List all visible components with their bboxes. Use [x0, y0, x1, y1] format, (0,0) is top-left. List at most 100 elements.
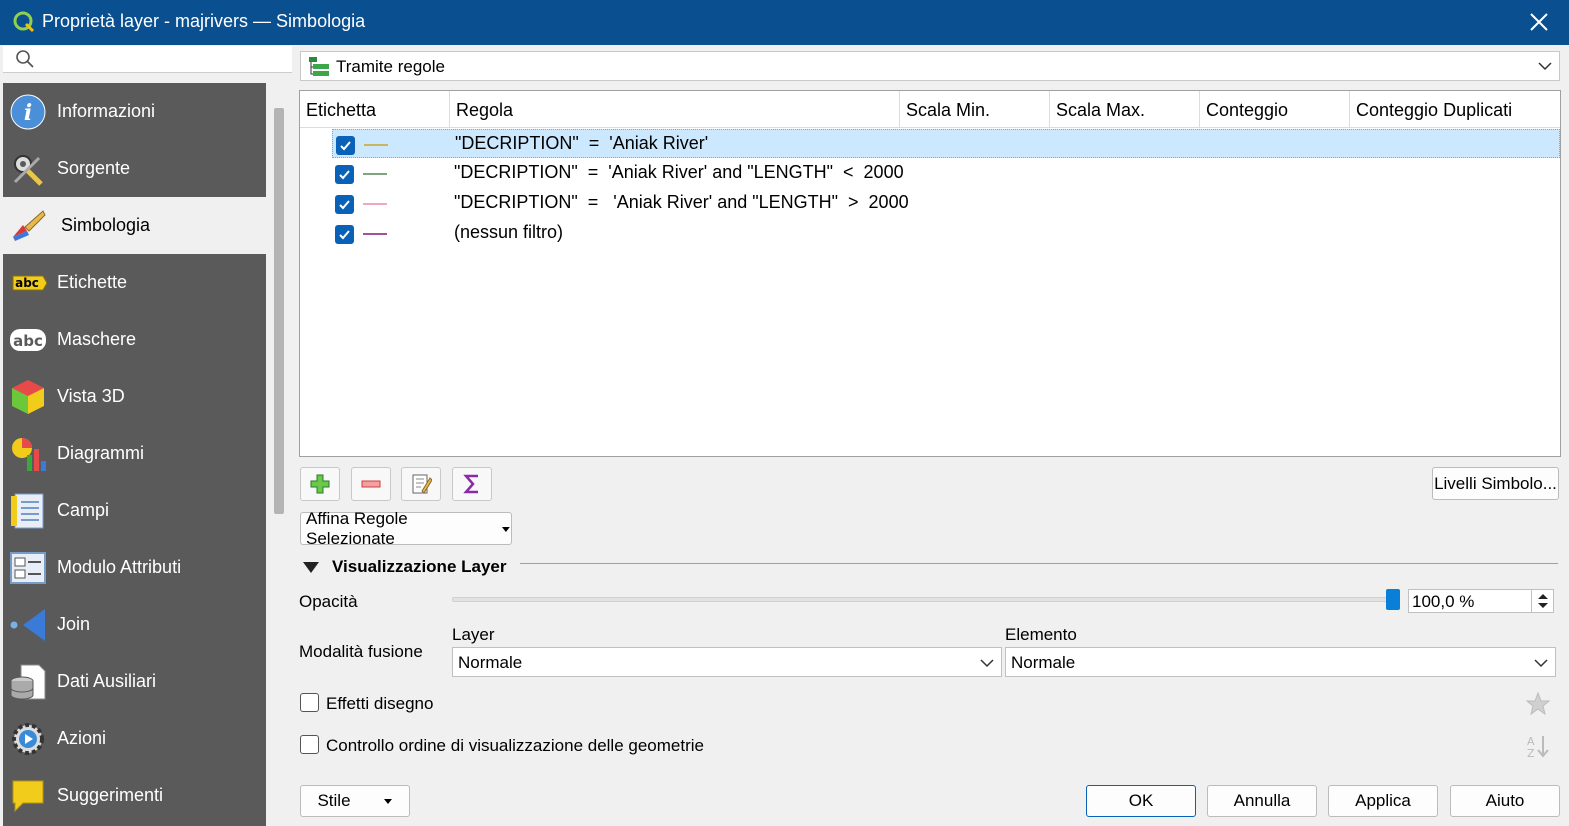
sidebar-item-simbologia[interactable]: Simbologia: [3, 197, 266, 254]
abc-label-icon: abc: [12, 275, 47, 291]
feature-order-label: Controllo ordine di visualizzazione dell…: [326, 736, 704, 755]
table-row[interactable]: (nessun filtro): [332, 219, 1560, 248]
search-input[interactable]: [3, 46, 292, 73]
join-icon: [10, 609, 45, 641]
draw-effects-checkbox[interactable]: [300, 693, 319, 712]
symbol-levels-button[interactable]: Livelli Simbolo...: [1432, 467, 1559, 500]
column-header-conteggio-duplicati[interactable]: Conteggio Duplicati: [1350, 91, 1560, 128]
column-header-etichetta[interactable]: Etichetta: [300, 91, 450, 128]
minus-icon: [361, 480, 381, 488]
feature-order-button[interactable]: AZ: [1522, 730, 1554, 762]
caret-down-icon: [383, 799, 392, 804]
refine-rules-label: Affina Regole Selezionate: [306, 508, 408, 548]
layer-rendering-section[interactable]: Visualizzazione Layer: [302, 556, 506, 578]
info-icon: i: [10, 94, 46, 130]
spin-arrows[interactable]: [1531, 590, 1553, 612]
plus-icon: [310, 474, 330, 494]
opacity-value: 100,0 %: [1412, 592, 1475, 611]
fields-icon: [11, 493, 44, 529]
opacity-slider-handle[interactable]: [1386, 589, 1400, 610]
window-title: Proprietà layer - majrivers — Simbologia: [42, 11, 366, 31]
sidebar-item-sorgente[interactable]: Sorgente: [3, 140, 266, 197]
sidebar-item-maschere[interactable]: abc Maschere: [3, 311, 266, 368]
refine-rules-button[interactable]: Affina Regole Selezionate: [300, 509, 512, 548]
qgis-logo-icon: [13, 11, 35, 33]
star-icon: [1525, 691, 1551, 716]
feature-order-checkbox[interactable]: [300, 735, 319, 754]
rule-checkbox[interactable]: [335, 195, 354, 214]
edit-icon: [412, 474, 432, 494]
sidebar-item-diagrammi[interactable]: Diagrammi: [3, 425, 266, 482]
sidebar-item-campi[interactable]: Campi: [3, 482, 266, 539]
feature-blend-value: Normale: [1011, 653, 1076, 672]
rule-expression: (nessun filtro): [454, 222, 564, 242]
remove-rule-button[interactable]: [351, 467, 391, 501]
opacity-label: Opacità: [299, 592, 358, 611]
style-menu-button[interactable]: Stile: [300, 785, 410, 817]
symbol-preview: [363, 203, 387, 205]
chevron-down-icon: [1534, 659, 1548, 668]
sidebar-item-vista-3d[interactable]: Vista 3D: [3, 368, 266, 425]
rule-checkbox[interactable]: [335, 165, 354, 184]
rule-expression: "DECRIPTION" = 'Aniak River' and "LENGTH…: [454, 162, 904, 182]
rule-expression: "DECRIPTION" = 'Aniak River' and "LENGTH…: [454, 192, 909, 212]
column-header-scala-min[interactable]: Scala Min.: [900, 91, 1050, 128]
table-row[interactable]: "DECRIPTION" = 'Aniak River': [332, 129, 1560, 158]
svg-text:i: i: [24, 100, 32, 126]
sidebar-item-informazioni[interactable]: i Informazioni: [3, 83, 266, 140]
blend-feature-label: Elemento: [1005, 625, 1077, 644]
abc-mask-icon: abc: [10, 329, 46, 351]
collapse-triangle-icon: [303, 562, 319, 573]
feature-blend-select[interactable]: Normale: [1005, 647, 1556, 677]
renderer-select[interactable]: Tramite regole: [300, 51, 1560, 81]
close-icon[interactable]: [1525, 8, 1553, 36]
rule-checkbox[interactable]: [335, 225, 354, 244]
symbol-preview: [364, 144, 388, 146]
diagram-icon: [12, 438, 46, 471]
scrollbar-thumb[interactable]: [274, 108, 284, 514]
column-header-regola[interactable]: Regola: [450, 91, 900, 128]
chevron-down-icon: [1538, 62, 1552, 71]
rule-checkbox[interactable]: [336, 136, 355, 155]
help-button[interactable]: Aiuto: [1450, 785, 1560, 817]
table-row[interactable]: "DECRIPTION" = 'Aniak River' and "LENGTH…: [332, 189, 1560, 218]
paintbrush-icon: [13, 210, 46, 241]
layer-blend-select[interactable]: Normale: [452, 647, 1002, 677]
sidebar-scrollbar[interactable]: [266, 83, 293, 826]
layer-blend-value: Normale: [458, 653, 523, 672]
rule-based-renderer-icon: [309, 57, 329, 76]
ok-button[interactable]: OK: [1086, 785, 1196, 817]
sort-az-icon: AZ: [1527, 735, 1549, 759]
svg-text:Z: Z: [1527, 747, 1535, 759]
table-row[interactable]: "DECRIPTION" = 'Aniak River' and "LENGTH…: [332, 159, 1560, 188]
actions-gear-icon: [12, 723, 44, 755]
search-icon: [16, 50, 34, 68]
style-label: Stile: [317, 791, 351, 810]
sidebar-item-azioni[interactable]: Azioni: [3, 710, 266, 767]
sidebar-item-suggerimenti[interactable]: Suggerimenti: [3, 767, 266, 824]
edit-rule-button[interactable]: [401, 467, 441, 501]
column-header-conteggio[interactable]: Conteggio: [1200, 91, 1350, 128]
spin-up-down-icon: [1538, 594, 1548, 608]
chevron-down-icon: [980, 659, 994, 668]
opacity-spinbox[interactable]: 100,0 %: [1408, 589, 1554, 613]
count-features-button[interactable]: [452, 467, 492, 501]
column-header-scala-max[interactable]: Scala Max.: [1050, 91, 1200, 128]
sigma-icon: [463, 474, 478, 494]
rules-table[interactable]: Etichetta Regola Scala Min. Scala Max. C…: [299, 90, 1561, 457]
svg-text:abc: abc: [13, 332, 43, 350]
sidebar-item-join[interactable]: Join: [3, 596, 266, 653]
draw-effects-button[interactable]: [1522, 688, 1554, 720]
apply-button[interactable]: Applica: [1328, 785, 1438, 817]
source-tools-icon: [13, 155, 43, 186]
opacity-slider[interactable]: [452, 597, 1390, 602]
sidebar-item-etichette[interactable]: abc Etichette: [3, 254, 266, 311]
add-rule-button[interactable]: [300, 467, 340, 501]
section-divider: [520, 563, 1558, 564]
cube-3d-icon: [12, 380, 44, 414]
auxiliary-storage-icon: [10, 664, 46, 700]
sidebar-item-dati-ausiliari[interactable]: Dati Ausiliari: [3, 653, 266, 710]
caret-down-icon: [502, 526, 511, 532]
sidebar-item-modulo-attributi[interactable]: Modulo Attributi: [3, 539, 266, 596]
cancel-button[interactable]: Annulla: [1207, 785, 1317, 817]
